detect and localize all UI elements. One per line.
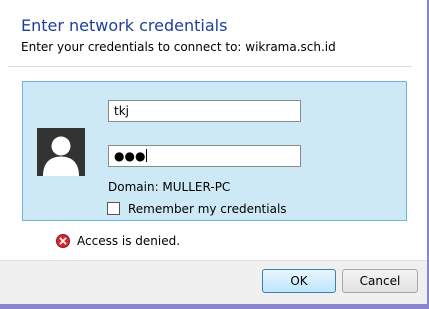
remember-checkbox[interactable]	[107, 202, 120, 215]
domain-label: Domain: MULLER-PC	[108, 180, 231, 194]
error-message: Access is denied.	[77, 234, 181, 248]
password-mask: ●●●	[114, 149, 146, 163]
remember-label[interactable]: Remember my credentials	[128, 202, 287, 216]
window-border-bottom	[0, 304, 429, 309]
ok-button[interactable]: OK	[262, 269, 336, 293]
credentials-dialog: Enter network credentials Enter your cre…	[0, 0, 427, 304]
username-field[interactable]: tkj	[108, 100, 301, 122]
user-silhouette-icon	[37, 128, 85, 176]
header-divider	[8, 66, 412, 67]
password-field[interactable]: ●●●	[108, 145, 301, 167]
text-caret	[146, 149, 148, 162]
error-icon	[56, 233, 70, 248]
username-value: tkj	[114, 104, 129, 118]
cancel-button[interactable]: Cancel	[342, 269, 418, 293]
dialog-subtitle: Enter your credentials to connect to: wi…	[21, 40, 336, 54]
dialog-title: Enter network credentials	[21, 16, 228, 35]
